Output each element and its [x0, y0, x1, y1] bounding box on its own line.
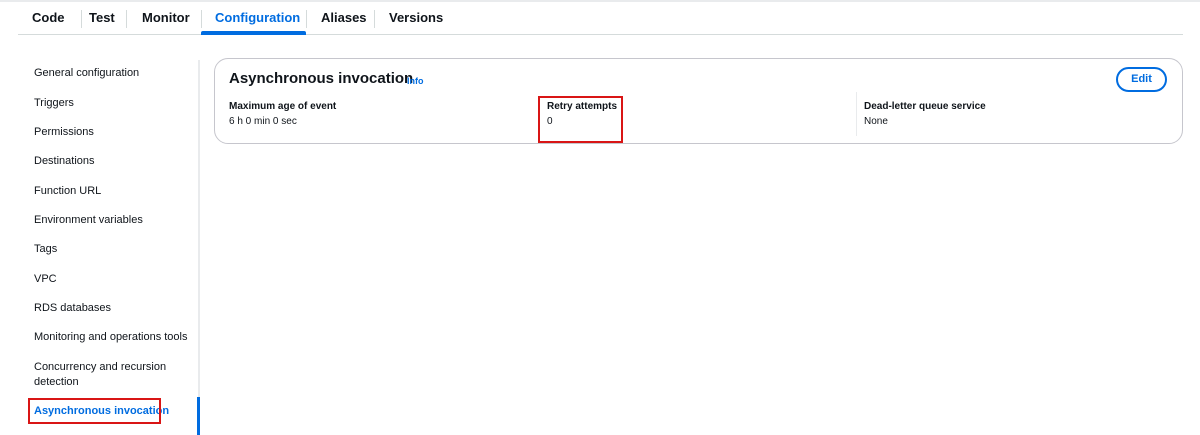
- tab-versions[interactable]: Versions: [389, 2, 443, 35]
- sidebar-item-triggers[interactable]: Triggers: [34, 96, 74, 111]
- sidebar-item-vpc[interactable]: VPC: [34, 272, 57, 287]
- sidebar-item-tags[interactable]: Tags: [34, 242, 57, 257]
- async-invocation-panel: Asynchronous invocation Info Edit Maximu…: [214, 58, 1183, 144]
- tab-aliases[interactable]: Aliases: [321, 2, 367, 35]
- panel-title: Asynchronous invocation: [229, 70, 414, 87]
- tab-test[interactable]: Test: [89, 2, 115, 35]
- info-link[interactable]: Info: [407, 76, 424, 86]
- tab-separator: [374, 10, 375, 28]
- max-age-value: 6 h 0 min 0 sec: [229, 116, 297, 127]
- tab-separator: [126, 10, 127, 28]
- dlq-service-label: Dead-letter queue service: [864, 101, 986, 112]
- sidebar-item-environment-variables[interactable]: Environment variables: [34, 213, 143, 228]
- column-separator: [856, 92, 857, 136]
- retry-attempts-value: 0: [547, 116, 553, 127]
- active-tab-indicator: [201, 31, 306, 35]
- sidebar-item-concurrency[interactable]: Concurrency and recursion detection: [34, 360, 184, 390]
- tab-code[interactable]: Code: [32, 2, 65, 35]
- max-age-label: Maximum age of event: [229, 101, 337, 112]
- edit-button[interactable]: Edit: [1116, 67, 1167, 92]
- sidebar-item-monitoring-tools[interactable]: Monitoring and operations tools: [34, 330, 187, 345]
- tab-bar: Code Test Monitor Configuration Aliases …: [18, 2, 1183, 35]
- sidebar-item-general-configuration[interactable]: General configuration: [34, 66, 139, 81]
- sidebar-item-permissions[interactable]: Permissions: [34, 125, 94, 140]
- tab-separator: [201, 10, 202, 28]
- tab-monitor[interactable]: Monitor: [142, 2, 190, 35]
- sidebar-item-asynchronous-invocation[interactable]: Asynchronous invocation: [34, 404, 169, 419]
- sidebar-active-indicator: [197, 397, 200, 435]
- sidebar-rail: [198, 60, 200, 435]
- sidebar-item-function-url[interactable]: Function URL: [34, 184, 101, 199]
- tab-separator: [81, 10, 82, 28]
- sidebar-item-destinations[interactable]: Destinations: [34, 154, 95, 169]
- sidebar-item-rds-databases[interactable]: RDS databases: [34, 301, 111, 316]
- retry-attempts-label: Retry attempts: [547, 101, 618, 112]
- dlq-service-value: None: [864, 116, 888, 127]
- tab-separator: [306, 10, 307, 28]
